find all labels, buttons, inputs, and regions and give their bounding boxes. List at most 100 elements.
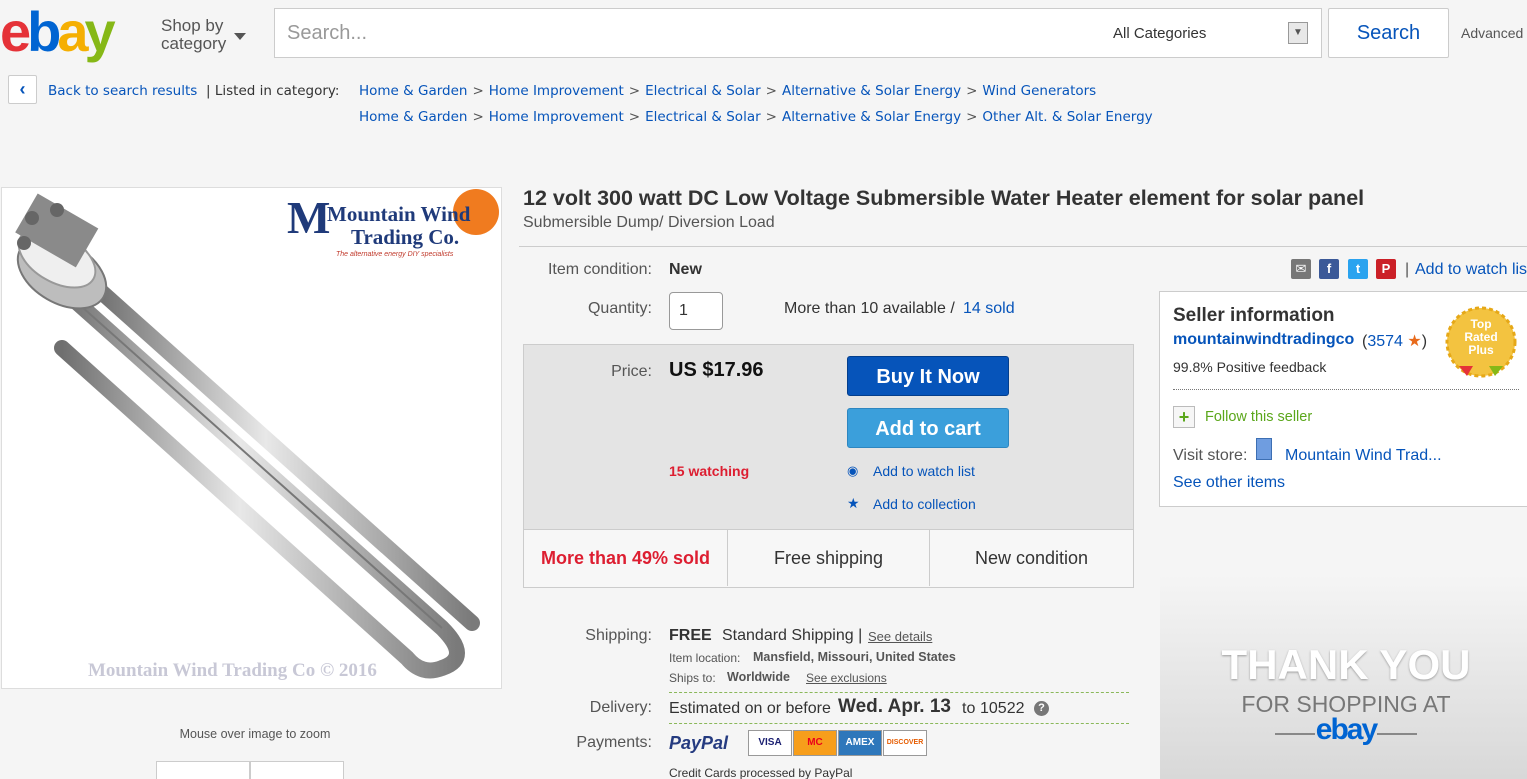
star-icon: ★ bbox=[847, 495, 860, 511]
visit-store-label: Visit store: bbox=[1173, 447, 1248, 464]
thank-you-banner: THANK YOU FOR SHOPPING AT ebay bbox=[1160, 575, 1527, 779]
thumbnail[interactable] bbox=[250, 761, 344, 779]
shipping-method: Standard Shipping | bbox=[722, 627, 863, 644]
breadcrumb-link[interactable]: Wind Generators bbox=[982, 83, 1096, 99]
breadcrumb-link[interactable]: Home & Garden bbox=[359, 83, 467, 99]
brand-line-1: Mountain Wind bbox=[327, 202, 471, 226]
breadcrumb: Home & Garden > Home Improvement > Electrica… bbox=[359, 109, 1153, 125]
brand-line-2: Trading Co. bbox=[351, 225, 460, 249]
email-icon[interactable]: ✉ bbox=[1291, 259, 1311, 279]
breadcrumb-separator: > bbox=[966, 109, 978, 125]
positive-feedback: 99.8% Positive feedback bbox=[1173, 359, 1327, 375]
buy-it-now-button[interactable]: Buy It Now bbox=[847, 356, 1009, 396]
highlight-condition: New condition bbox=[974, 548, 1089, 568]
category-label: category bbox=[161, 34, 227, 53]
thumbnail[interactable] bbox=[156, 761, 250, 779]
breadcrumb-link[interactable]: Alternative & Solar Energy bbox=[782, 83, 961, 99]
help-icon[interactable]: ? bbox=[1034, 701, 1049, 716]
store-name-link[interactable]: Mountain Wind Trad... bbox=[1285, 447, 1442, 465]
highlight-sold: More than 49% sold bbox=[540, 548, 711, 568]
breadcrumb-link[interactable]: Electrical & Solar bbox=[645, 83, 761, 99]
item-subtitle: Submersible Dump/ Diversion Load bbox=[523, 214, 775, 231]
delivery-to: to bbox=[962, 700, 976, 717]
advanced-search-link[interactable]: Advanced bbox=[1461, 25, 1523, 41]
breadcrumb: Home & Garden > Home Improvement > Electrica… bbox=[359, 83, 1096, 99]
price-value: US $17.96 bbox=[669, 359, 764, 381]
divider bbox=[519, 246, 1527, 247]
see-details-link[interactable]: See details bbox=[868, 629, 932, 644]
breadcrumb-separator: > bbox=[472, 83, 484, 99]
breadcrumb-separator: > bbox=[765, 109, 777, 125]
sold-count-link[interactable]: 14 sold bbox=[963, 300, 1015, 318]
divider bbox=[1173, 389, 1519, 390]
highlight-shipping: Free shipping bbox=[773, 548, 884, 568]
breadcrumb-link[interactable]: Alternative & Solar Energy bbox=[782, 109, 961, 125]
breadcrumb-separator: > bbox=[628, 83, 641, 99]
search-input[interactable]: Search... bbox=[274, 8, 1096, 58]
store-icon bbox=[1256, 438, 1272, 460]
back-arrow-icon[interactable]: ‹ bbox=[8, 75, 37, 104]
availability-text: More than 10 available / bbox=[784, 300, 955, 317]
brand-m: M bbox=[287, 192, 330, 243]
breadcrumb-separator: > bbox=[472, 109, 484, 125]
divider bbox=[669, 723, 1129, 724]
delivery-label: Delivery: bbox=[589, 699, 652, 716]
delivery-prefix: Estimated on or before bbox=[669, 700, 831, 717]
search-button[interactable]: Search bbox=[1328, 8, 1449, 58]
quantity-input[interactable]: 1 bbox=[669, 292, 723, 330]
paypal-logo: PayPal bbox=[669, 733, 729, 753]
cards-note: Credit Cards processed by PayPal bbox=[669, 766, 853, 779]
follow-seller-link[interactable]: Follow this seller bbox=[1205, 409, 1312, 425]
divider bbox=[1377, 733, 1417, 735]
watching-count: 15 watching bbox=[669, 463, 750, 479]
quantity-label: Quantity: bbox=[587, 300, 652, 317]
payments-label: Payments: bbox=[576, 734, 652, 751]
see-other-items-link[interactable]: See other items bbox=[1173, 474, 1285, 492]
discover-icon: DISCOVER bbox=[883, 730, 927, 756]
promo-logo: ebay bbox=[1315, 713, 1378, 746]
plus-icon[interactable]: + bbox=[1173, 406, 1195, 428]
breadcrumb-link[interactable]: Electrical & Solar bbox=[645, 109, 761, 125]
eye-icon: ◉ bbox=[847, 463, 859, 478]
delivery-zip: 10522 bbox=[980, 700, 1025, 717]
listed-in-label: | Listed in category: bbox=[206, 83, 340, 99]
chevron-down-icon[interactable] bbox=[234, 33, 246, 40]
pinterest-icon[interactable]: P bbox=[1376, 259, 1396, 279]
add-to-watch-list-link[interactable]: Add to watch list bbox=[873, 463, 975, 479]
ebay-logo[interactable]: ebay bbox=[0, 2, 116, 62]
item-location-value: Mansfield, Missouri, United States bbox=[753, 650, 956, 664]
item-title: 12 volt 300 watt DC Low Voltage Submersi… bbox=[523, 186, 1365, 210]
breadcrumb-separator: > bbox=[966, 83, 978, 99]
feedback-score-link[interactable]: 3574 bbox=[1367, 333, 1403, 350]
back-to-results-link[interactable]: Back to search results bbox=[48, 83, 197, 99]
star-icon: ★ bbox=[1407, 333, 1422, 350]
twitter-icon[interactable]: t bbox=[1348, 259, 1368, 279]
breadcrumb-link[interactable]: Home Improvement bbox=[489, 109, 624, 125]
breadcrumb-link[interactable]: Other Alt. & Solar Energy bbox=[982, 109, 1152, 125]
breadcrumb-link[interactable]: Home Improvement bbox=[489, 83, 624, 99]
share-separator: | bbox=[1405, 261, 1410, 278]
zoom-hint: Mouse over image to zoom bbox=[179, 727, 331, 741]
delivery-date: Wed. Apr. 13 bbox=[838, 696, 951, 717]
add-to-collection-link[interactable]: Add to collection bbox=[873, 496, 976, 512]
shop-by-category[interactable]: Shop by category bbox=[161, 17, 226, 53]
facebook-icon[interactable]: f bbox=[1319, 259, 1339, 279]
dropdown-arrow-icon[interactable]: ▼ bbox=[1288, 22, 1308, 44]
shipping-free: FREE bbox=[669, 627, 712, 644]
condition-label: Item condition: bbox=[547, 261, 652, 278]
breadcrumb-separator: > bbox=[765, 83, 777, 99]
badge-line-3: Plus bbox=[1468, 343, 1494, 357]
brand-tagline: The alternative energy DIY specialists bbox=[336, 251, 454, 258]
price-label: Price: bbox=[611, 363, 652, 380]
shop-by-label: Shop by bbox=[161, 16, 224, 35]
mastercard-icon: MC bbox=[793, 730, 837, 756]
seller-score-wrap: (3574 ★) bbox=[1362, 333, 1428, 350]
seller-name-link[interactable]: mountainwindtradingco bbox=[1173, 331, 1354, 349]
product-image[interactable]: M Mountain Wind Trading Co. The alternat… bbox=[1, 187, 502, 689]
breadcrumb-separator: > bbox=[628, 109, 641, 125]
see-exclusions-link[interactable]: See exclusions bbox=[806, 671, 887, 685]
shipping-label: Shipping: bbox=[585, 627, 652, 644]
add-to-watch-list-link[interactable]: Add to watch lis bbox=[1415, 261, 1527, 279]
add-to-cart-button[interactable]: Add to cart bbox=[847, 408, 1009, 448]
breadcrumb-link[interactable]: Home & Garden bbox=[359, 109, 467, 125]
